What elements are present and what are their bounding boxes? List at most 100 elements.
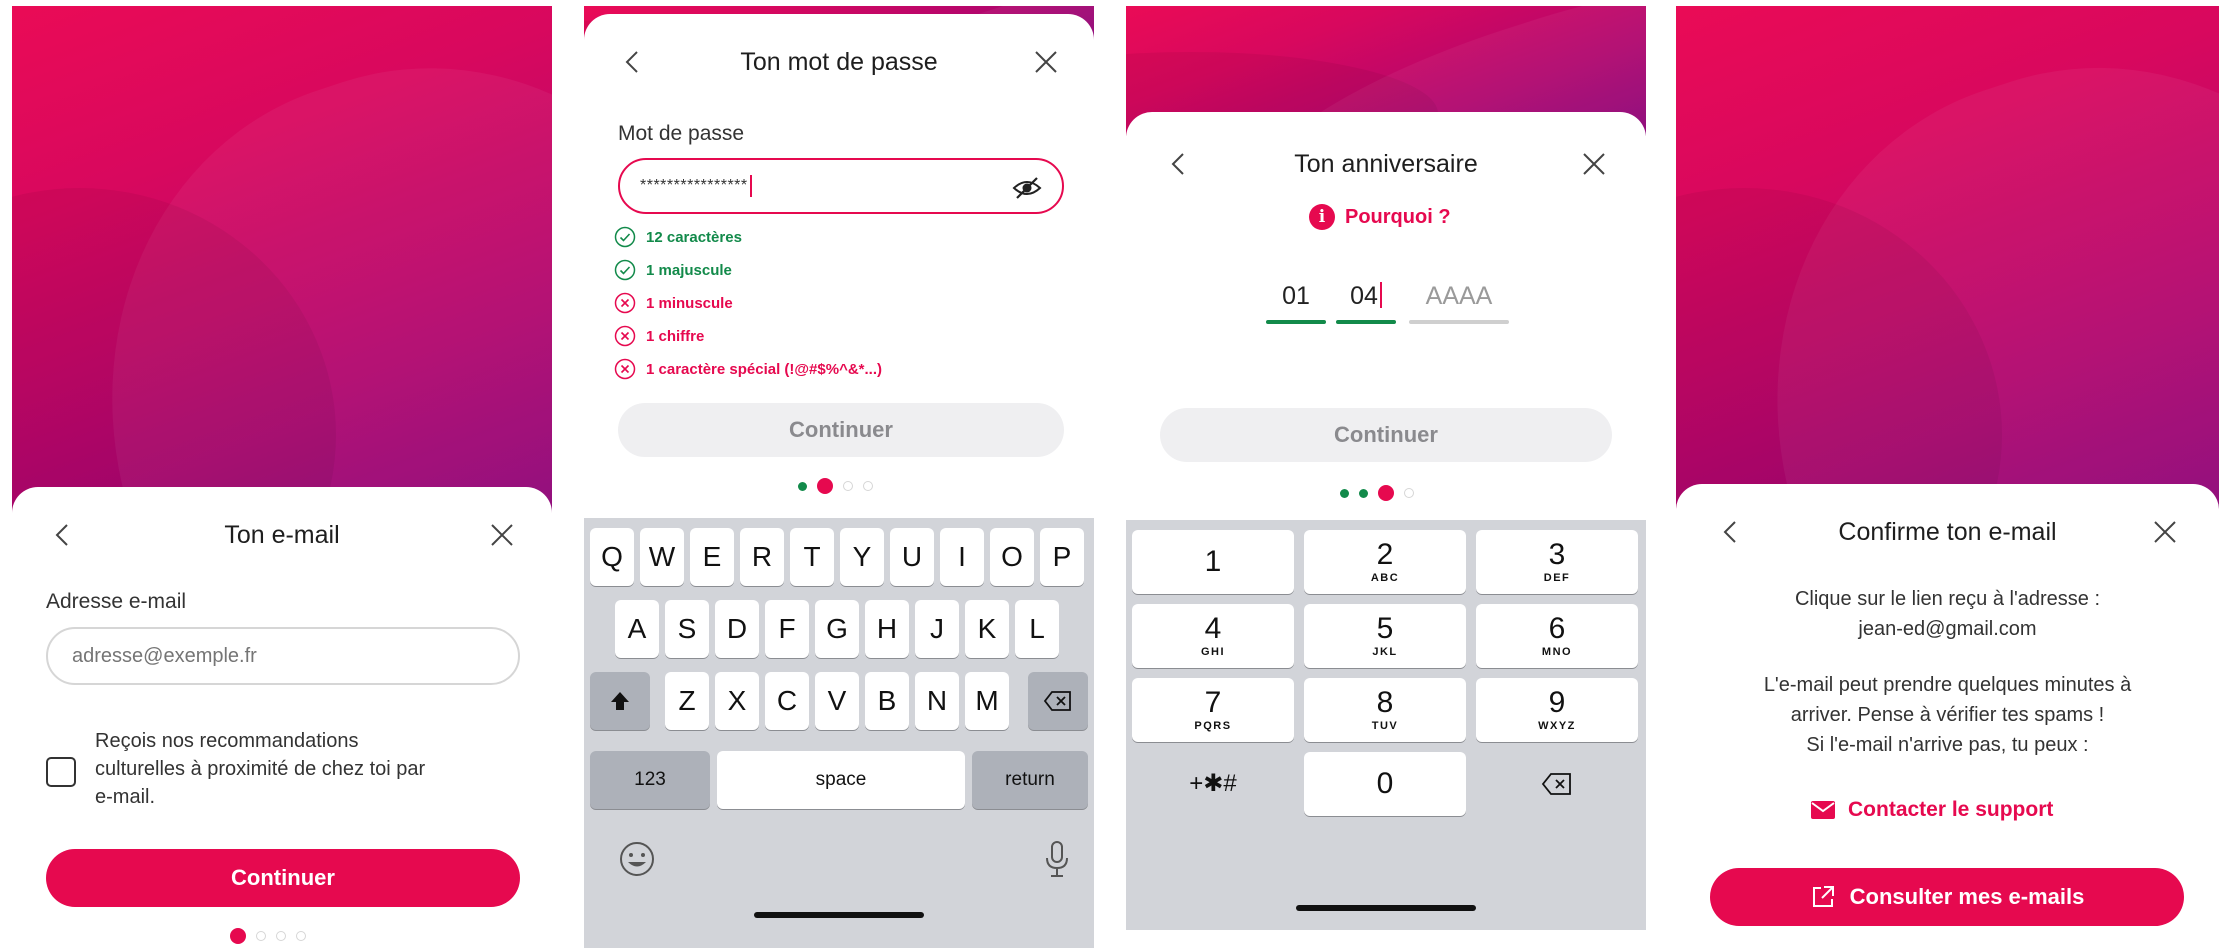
info-line: L'e-mail peut prendre quelques minutes à [1763, 674, 2132, 696]
close-icon[interactable] [2145, 512, 2185, 552]
key-l[interactable]: L [1015, 600, 1059, 658]
continue-button[interactable]: Continuer [618, 403, 1064, 457]
check-emails-button[interactable]: Consulter mes e-mails [1710, 868, 2184, 926]
email-input[interactable] [46, 627, 520, 685]
recommendations-label-line: e-mail. [95, 786, 156, 808]
backspace-icon [1043, 691, 1071, 711]
rule-check-icon [614, 226, 636, 248]
year-field[interactable]: AAAA [1409, 282, 1509, 311]
numpad-key-letters: GHI [1200, 646, 1226, 658]
password-input[interactable]: **************** [618, 158, 1064, 214]
continue-button[interactable]: Continuer [46, 849, 520, 907]
numpad-key-number: 6 [1548, 612, 1566, 645]
step-dot-active [817, 478, 833, 494]
rule-text: 12 caractères [646, 228, 742, 246]
key-h[interactable]: H [865, 600, 909, 658]
numpad-key-9[interactable]: 9 WXYZ [1476, 678, 1638, 742]
delete-key[interactable] [1476, 752, 1638, 816]
key-b[interactable]: B [865, 672, 909, 730]
numpad-key-2[interactable]: 2 ABC [1304, 530, 1466, 594]
close-icon[interactable] [1574, 144, 1614, 184]
shift-key[interactable] [590, 672, 650, 730]
step-dot [863, 481, 873, 491]
hide-password-icon[interactable] [1012, 173, 1042, 203]
back-chevron-icon[interactable] [1158, 144, 1198, 184]
numpad-key-5[interactable]: 5 JKL [1304, 604, 1466, 668]
recommendations-checkbox[interactable] [46, 757, 76, 787]
key-r[interactable]: R [740, 528, 784, 586]
hero-gradient [12, 6, 552, 526]
close-icon[interactable] [482, 515, 522, 555]
step-dot [843, 481, 853, 491]
key-x[interactable]: X [715, 672, 759, 730]
numpad-key-8[interactable]: 8 TUV [1304, 678, 1466, 742]
step-dot-active [230, 928, 246, 944]
rule-check-icon [614, 259, 636, 281]
month-field[interactable]: 04 [1336, 282, 1396, 311]
numpad-key-3[interactable]: 3 DEF [1476, 530, 1638, 594]
key-d[interactable]: D [715, 600, 759, 658]
key-g[interactable]: G [815, 600, 859, 658]
key-a[interactable]: A [615, 600, 659, 658]
rule-cross-icon [614, 358, 636, 380]
numpad-key-1[interactable]: 1 [1132, 530, 1294, 594]
why-link[interactable]: i Pourquoi ? [1309, 204, 1451, 230]
day-field[interactable]: 01 [1266, 282, 1326, 311]
key-m[interactable]: M [965, 672, 1009, 730]
confirm-intro: Clique sur le lien reçu à l'adresse : je… [1676, 584, 2219, 644]
return-key[interactable]: return [972, 751, 1088, 809]
step-dot-done [798, 481, 807, 491]
contact-support-link[interactable]: Contacter le support [1810, 798, 2053, 822]
space-key[interactable]: space [717, 751, 965, 809]
birthday-header: Ton anniversaire [1126, 144, 1646, 184]
key-w[interactable]: W [640, 528, 684, 586]
step-dot [276, 931, 286, 941]
numpad-key-letters: PQRS [1194, 720, 1232, 732]
symbols-key[interactable]: +✱# [1132, 752, 1294, 816]
page-title: Ton mot de passe [740, 47, 938, 76]
key-k[interactable]: K [965, 600, 1009, 658]
page-title: Confirme ton e-mail [1838, 517, 2057, 546]
continue-button[interactable]: Continuer [1160, 408, 1612, 462]
numpad-key-0[interactable]: 0 [1304, 752, 1466, 816]
why-label: Pourquoi ? [1345, 205, 1451, 228]
email-field-label: Adresse e-mail [46, 590, 187, 613]
numpad-key-letters: TUV [1371, 720, 1399, 732]
back-chevron-icon[interactable] [1710, 512, 1750, 552]
back-chevron-icon[interactable] [42, 515, 82, 555]
key-f[interactable]: F [765, 600, 809, 658]
rule-length: 12 caractères [614, 226, 742, 248]
rule-text: 1 majuscule [646, 261, 732, 279]
key-s[interactable]: S [665, 600, 709, 658]
confirm-sheet: Confirme ton e-mail Clique sur le lien r… [1676, 484, 2219, 948]
key-p[interactable]: P [1040, 528, 1084, 586]
key-v[interactable]: V [815, 672, 859, 730]
key-o[interactable]: O [990, 528, 1034, 586]
delete-key[interactable] [1028, 672, 1088, 730]
numbers-key[interactable]: 123 [590, 751, 710, 809]
numpad-key-4[interactable]: 4 GHI [1132, 604, 1294, 668]
step-indicator [1340, 485, 1414, 501]
key-i[interactable]: I [940, 528, 984, 586]
info-icon: i [1309, 204, 1335, 230]
key-u[interactable]: U [890, 528, 934, 586]
password-value: **************** [640, 177, 748, 194]
key-z[interactable]: Z [665, 672, 709, 730]
key-n[interactable]: N [915, 672, 959, 730]
numpad-key-7[interactable]: 7 PQRS [1132, 678, 1294, 742]
key-q[interactable]: Q [590, 528, 634, 586]
key-c[interactable]: C [765, 672, 809, 730]
year-underline [1409, 320, 1509, 324]
home-indicator [1296, 905, 1476, 911]
key-e[interactable]: E [690, 528, 734, 586]
password-field-label: Mot de passe [618, 122, 745, 145]
numpad-key-6[interactable]: 6 MNO [1476, 604, 1638, 668]
emoji-icon[interactable] [618, 840, 656, 883]
microphone-icon[interactable] [1044, 840, 1070, 885]
numpad-key-number: 5 [1376, 612, 1394, 645]
close-icon[interactable] [1026, 42, 1066, 82]
back-chevron-icon[interactable] [612, 42, 652, 82]
key-j[interactable]: J [915, 600, 959, 658]
key-y[interactable]: Y [840, 528, 884, 586]
key-t[interactable]: T [790, 528, 834, 586]
